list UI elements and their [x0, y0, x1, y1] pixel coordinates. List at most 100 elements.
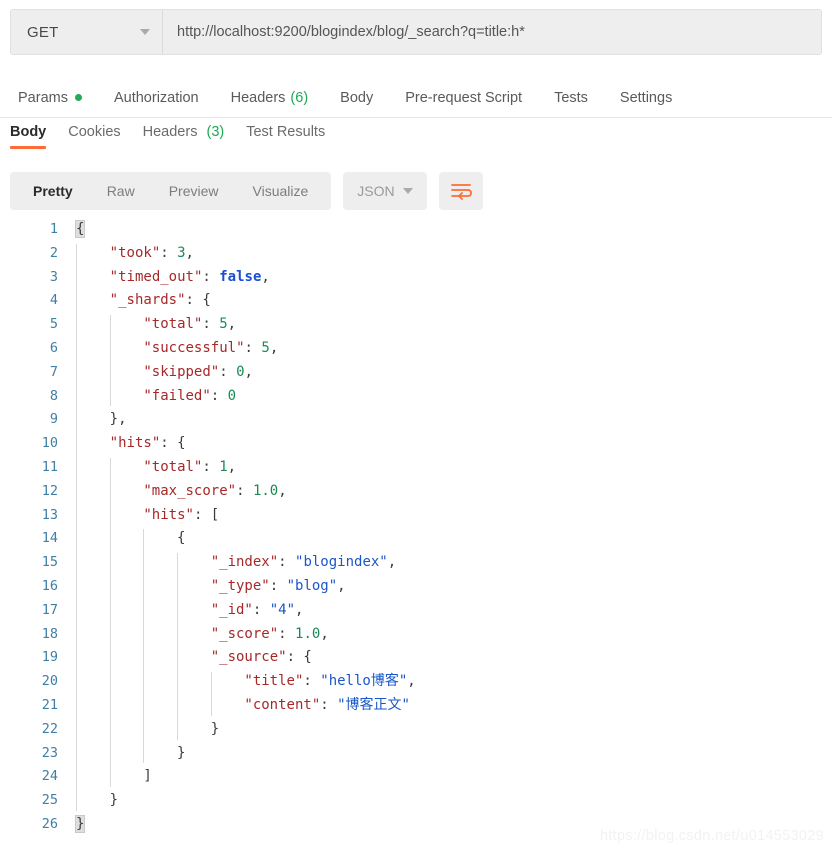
code-token: : [ [193, 506, 220, 523]
body-format-dropdown[interactable]: JSON [343, 172, 427, 210]
code-line-text: ] [143, 765, 151, 789]
code-line: 20 "title": "hello博客", [0, 670, 832, 694]
response-tab-body-label: Body [10, 124, 47, 140]
code-token: , [387, 554, 397, 571]
code-token: "total" [143, 458, 203, 475]
http-method-label: GET [27, 23, 59, 41]
response-tab-test-results-label: Test Results [246, 124, 326, 140]
code-token: "content" [244, 696, 321, 713]
url-input[interactable]: http://localhost:9200/blogindex/blog/_se… [163, 10, 821, 54]
code-token: : { [286, 649, 312, 666]
code-token: }, [109, 411, 127, 428]
code-token: : { [185, 292, 211, 309]
body-format-label: JSON [357, 183, 395, 199]
code-token: , [278, 482, 287, 499]
code-token: : [202, 268, 220, 285]
code-line: 10 "hits": { [0, 432, 832, 456]
wrap-lines-button[interactable] [438, 172, 483, 210]
request-tab-params[interactable]: Params [18, 90, 82, 106]
code-token: , [227, 458, 237, 475]
body-view-preview[interactable]: Preview [152, 172, 236, 210]
watermark-text: https://blog.csdn.net/u014553029 [599, 828, 824, 844]
code-token: , [244, 363, 253, 380]
code-token: "博客正文" [337, 696, 410, 713]
code-token: 5 [219, 316, 228, 333]
code-line-text: } [74, 813, 86, 837]
code-token: } [109, 792, 119, 809]
code-token: : [219, 363, 237, 380]
json-code-lines: 1{2 "took": 3, 3 "timed_out": false, 4 "_shar… [0, 218, 832, 837]
body-view-preview-label: Preview [168, 183, 219, 199]
code-token: false [219, 268, 262, 285]
request-tab-pre-request-script-label: Pre-request Script [405, 89, 523, 106]
code-token: "title" [244, 673, 304, 690]
line-number: 20 [41, 673, 58, 690]
body-view-mode-group: Pretty Raw Preview Visualize [10, 172, 332, 210]
code-line-text: "_type": "blog", [211, 575, 346, 599]
request-tab-body[interactable]: Body [340, 90, 373, 106]
code-line: 18 "_score": 1.0, [0, 623, 832, 647]
code-token: "4" [269, 601, 296, 618]
request-tab-headers[interactable]: Headers (6) [231, 90, 309, 106]
request-headers-count: (6) [290, 89, 309, 106]
response-tab-body[interactable]: Body [10, 124, 47, 149]
request-tab-tests[interactable]: Tests [554, 90, 588, 106]
line-number: 10 [41, 435, 58, 452]
request-tab-settings[interactable]: Settings [620, 90, 672, 106]
code-line: 22} [0, 718, 832, 742]
code-token: : [320, 696, 338, 713]
code-token: "_score" [210, 625, 279, 642]
code-line-text: "_source": { [211, 646, 312, 670]
code-line-text: "total": 1, [143, 456, 236, 480]
code-token: , [185, 244, 194, 261]
code-line: 21 "content": "博客正文" [0, 694, 832, 718]
code-line-text: "_shards": { [110, 289, 211, 313]
response-tab-cookies[interactable]: Cookies [68, 124, 120, 149]
code-line: 6 "successful": 5, [0, 337, 832, 361]
line-number: 7 [49, 363, 58, 380]
code-token: : [210, 387, 228, 404]
code-line-text: "_index": "blogindex", [211, 551, 396, 575]
code-token: "blog" [286, 577, 338, 594]
code-token: , [269, 339, 279, 356]
code-line-text: "_id": "4", [211, 599, 304, 623]
code-token: "_type" [210, 577, 270, 594]
line-number: 6 [49, 339, 58, 356]
code-token: "took" [109, 244, 161, 261]
code-token: : [160, 244, 178, 261]
code-line: 5 "total": 5, [0, 313, 832, 337]
code-token: 3 [177, 244, 186, 261]
http-method-dropdown[interactable]: GET [11, 10, 163, 54]
code-token: , [261, 268, 270, 285]
request-tab-pre-request-script[interactable]: Pre-request Script [405, 90, 522, 106]
code-token: : { [160, 435, 186, 452]
code-line: 9}, [0, 408, 832, 432]
code-token: : [278, 625, 296, 642]
code-token: "hits" [109, 435, 161, 452]
code-line: 23} [0, 742, 832, 766]
line-number: 1 [49, 221, 58, 237]
code-line-text: "took": 3, [110, 242, 194, 266]
request-url-bar: GET http://localhost:9200/blogindex/blog… [10, 9, 822, 55]
response-body-toolbar: Pretty Raw Preview Visualize JSON [10, 172, 483, 210]
line-number: 4 [49, 292, 58, 309]
response-tab-test-results[interactable]: Test Results [246, 124, 325, 149]
chevron-down-icon [140, 29, 150, 35]
code-token: : [236, 482, 253, 499]
code-line-text: } [177, 742, 185, 766]
request-tab-authorization[interactable]: Authorization [114, 90, 199, 106]
response-tab-headers[interactable]: Headers (3) [143, 124, 225, 149]
code-line: 14 { [0, 527, 832, 551]
body-view-raw[interactable]: Raw [90, 172, 152, 210]
line-number: 12 [41, 482, 58, 499]
response-body-code-viewer[interactable]: 1{2 "took": 3, 3 "timed_out": false, 4 "_shar… [0, 218, 832, 854]
line-number: 14 [41, 530, 58, 547]
code-line: 12 "max_score": 1.0, [0, 480, 832, 504]
line-number: 8 [49, 387, 58, 404]
line-number: 22 [41, 720, 58, 737]
body-view-pretty[interactable]: Pretty [16, 172, 90, 210]
body-view-visualize[interactable]: Visualize [236, 172, 326, 210]
code-line: 7 "skipped": 0, [0, 361, 832, 385]
code-token: } [74, 814, 86, 833]
code-line-text: "content": "博客正文" [244, 694, 410, 718]
